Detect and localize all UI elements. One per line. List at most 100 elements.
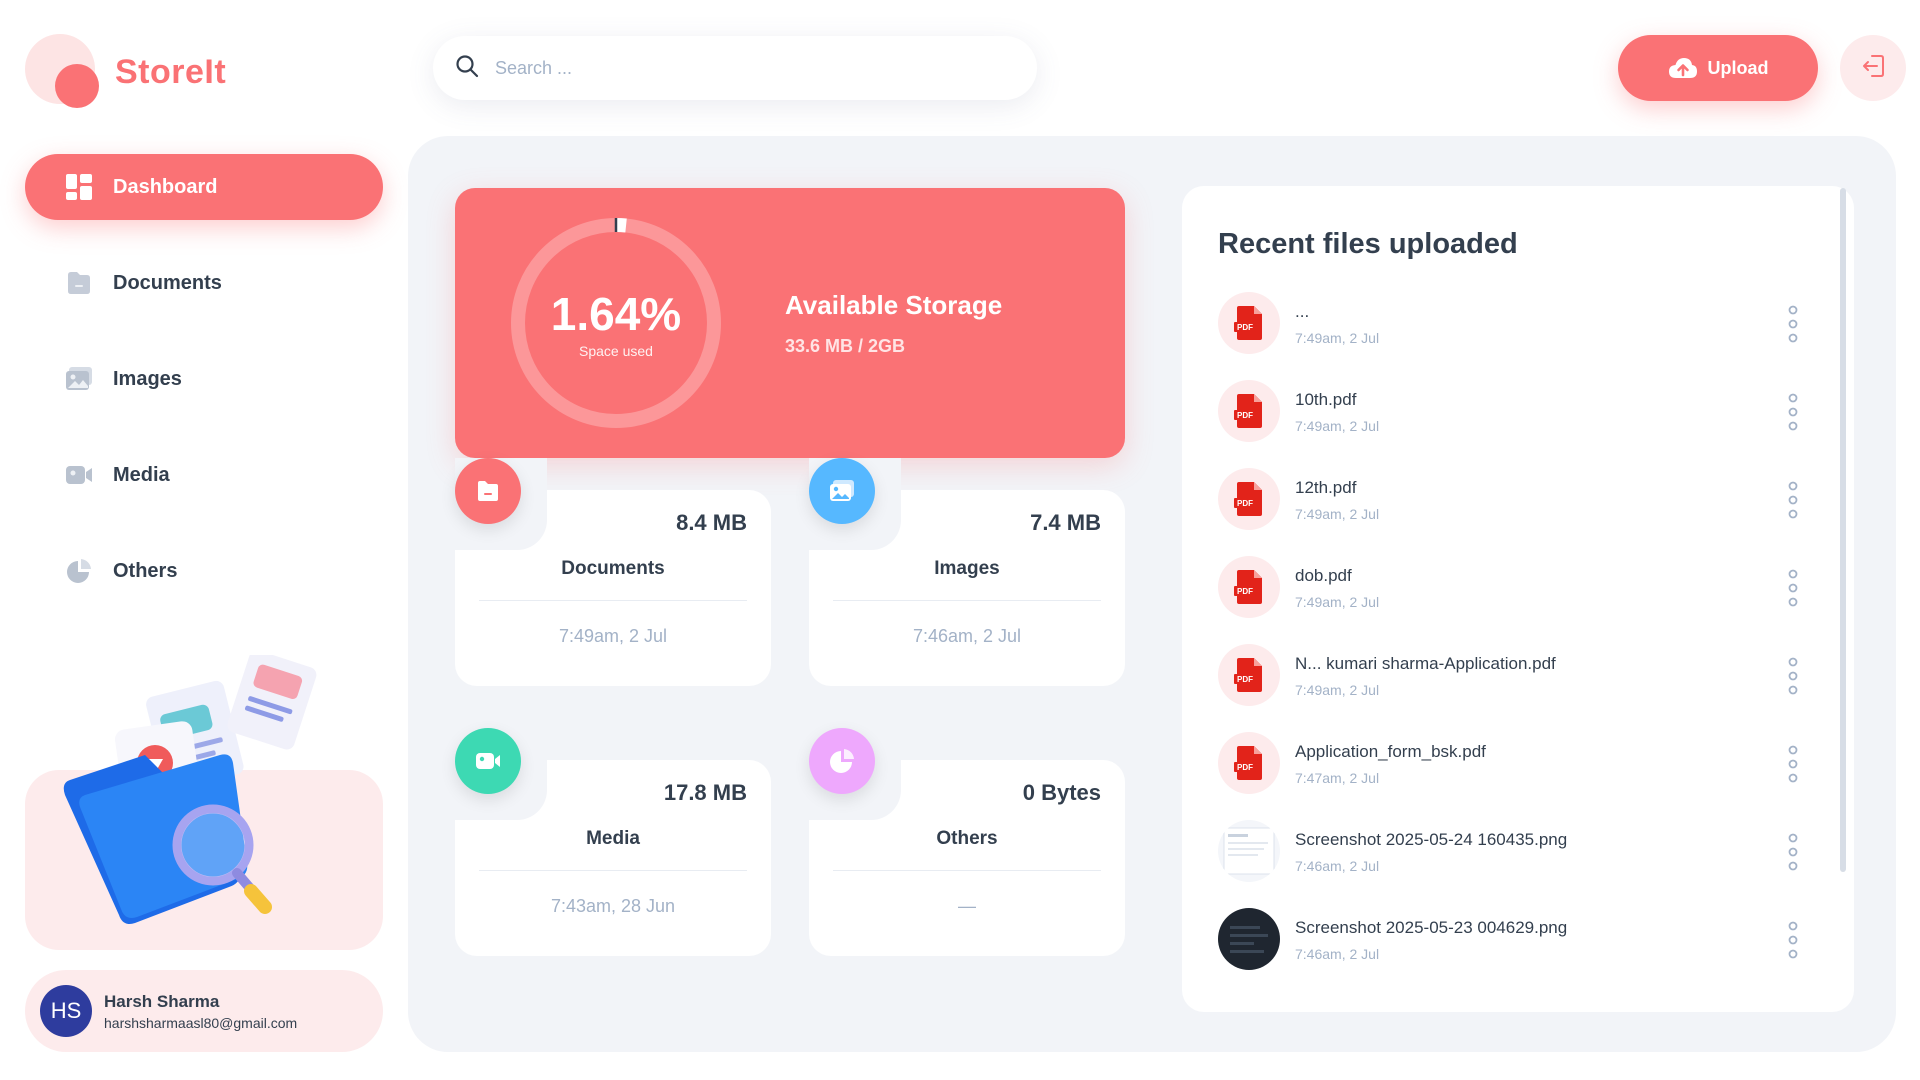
summary-label: Documents [561,558,665,579]
svg-text:PDF: PDF [1237,323,1253,332]
storage-value: 33.6 MB / 2GB [785,336,906,356]
image-icon [809,458,875,524]
file-name[interactable]: dob.pdf [1295,566,1352,586]
summary-size: 17.8 MB [663,780,747,805]
dashboard-panel: 1.64% Space used Available Storage 33.6 … [408,136,1896,1052]
recent-files-scrollbar[interactable] [1840,188,1846,872]
file-upload-time: 7:49am, 2 Jul [1295,682,1380,698]
sidebar-item-label: Dashboard [113,175,218,198]
divider [479,600,747,601]
file-name[interactable]: ... [1295,302,1309,322]
sidebar-item-label: Images [113,367,182,390]
document-icon [455,458,521,524]
upload-label: Upload [1707,57,1769,78]
search-bar[interactable] [433,36,1037,100]
image-thumbnail [1218,820,1280,882]
sidebar-nav: Dashboard Documents Images Media Others [25,154,383,634]
divider [833,870,1101,871]
user-name: Harsh Sharma [104,991,220,1011]
recent-files-title: Recent files uploaded [1218,228,1518,260]
svg-text:PDF: PDF [1237,499,1253,508]
more-options-icon[interactable] [1785,832,1801,872]
sidebar-item-label: Others [113,559,178,582]
file-row[interactable]: PDF... 7:49am, 2 Jul [1218,292,1818,380]
files-illustration [25,655,383,950]
file-row[interactable]: Screenshot 2025-05-24 160435.png 7:46am, … [1218,820,1818,908]
user-info: Harsh Sharma harshsharmaasl80@gmail.com [104,992,297,1031]
pdf-file-icon: PDF [1218,380,1280,442]
summary-label: Media [586,828,640,849]
file-name[interactable]: 12th.pdf [1295,478,1356,498]
storage-percent-caption: Space used [579,343,653,359]
file-name[interactable]: N... kumari sharma-Application.pdf [1295,654,1556,674]
summary-date: — [958,896,976,916]
file-row[interactable]: PDF dob.pdf 7:49am, 2 Jul [1218,556,1818,644]
pie-chart-icon [65,557,93,585]
pdf-file-icon: PDF [1218,556,1280,618]
storage-card: 1.64% Space used Available Storage 33.6 … [455,188,1125,458]
sidebar-item-label: Media [113,463,170,486]
divider [833,600,1101,601]
sidebar-item-documents[interactable]: Documents [25,250,383,316]
summary-label: Images [934,558,1000,579]
file-row[interactable]: PDF N... kumari sharma-Application.pdf 7:4… [1218,644,1818,732]
search-input[interactable] [495,57,975,79]
sidebar-item-images[interactable]: Images [25,346,383,412]
svg-text:PDF: PDF [1237,763,1253,772]
more-options-icon[interactable] [1785,392,1801,432]
sidebar-item-others[interactable]: Others [25,538,383,604]
file-upload-time: 7:47am, 2 Jul [1295,770,1380,786]
svg-text:PDF: PDF [1237,675,1253,684]
user-profile-card[interactable]: HS Harsh Sharma harshsharmaasl80@gmail.c… [25,970,383,1052]
divider [479,870,747,871]
sidebar-item-label: Documents [113,271,222,294]
sidebar-item-media[interactable]: Media [25,442,383,508]
storage-ring-label: 1.64% Space used [507,214,725,432]
file-row[interactable]: PDF 12th.pdf 7:49am, 2 Jul [1218,468,1818,556]
file-name[interactable]: Screenshot 2025-05-23 004629.png [1295,918,1567,938]
logo-icon [25,34,101,110]
summary-size: 0 Bytes [1022,780,1101,805]
summary-date: 7:46am, 2 Jul [912,626,1022,646]
svg-text:PDF: PDF [1237,411,1253,420]
more-options-icon[interactable] [1785,304,1801,344]
summary-card-others[interactable]: 0 Bytes Others — [809,728,1125,972]
pdf-file-icon: PDF [1218,644,1280,706]
file-upload-time: 7:49am, 2 Jul [1295,506,1380,522]
summary-card-documents[interactable]: 8.4 MB Documents 7:49am, 2 Jul [455,458,771,702]
summary-size: 7.4 MB [1030,510,1101,535]
file-row[interactable]: Screenshot 2025-05-23 004629.png 7:46am, … [1218,908,1818,996]
pie-chart-icon [809,728,875,794]
logout-icon [1860,53,1886,84]
sidebar-item-dashboard[interactable]: Dashboard [25,154,383,220]
file-name[interactable]: 10th.pdf [1295,390,1356,410]
more-options-icon[interactable] [1785,920,1801,960]
summary-card-images[interactable]: 7.4 MB Images 7:46am, 2 Jul [809,458,1125,702]
cloud-upload-icon [1668,57,1698,79]
svg-text:PDF: PDF [1237,587,1253,596]
more-options-icon[interactable] [1785,744,1801,784]
recent-files-panel[interactable]: Recent files uploaded PDF... 7:49am, 2 Ju… [1182,186,1854,1012]
app-name: StoreIt [115,52,227,91]
more-options-icon[interactable] [1785,480,1801,520]
file-name[interactable]: Application_form_bsk.pdf [1295,742,1486,762]
app-logo[interactable]: StoreIt [25,34,245,110]
image-icon [65,365,93,393]
file-row[interactable]: PDF 10th.pdf 7:49am, 2 Jul [1218,380,1818,468]
logout-button[interactable] [1840,35,1906,101]
search-icon [455,54,479,83]
recent-files-list: PDF... 7:49am, 2 Jul PDF 10th.pdf 7:49am, 2 … [1218,292,1818,996]
file-upload-time: 7:49am, 2 Jul [1295,330,1380,346]
summary-card-media[interactable]: 17.8 MB Media 7:43am, 28 Jun [455,728,771,972]
more-options-icon[interactable] [1785,568,1801,608]
folder-icon [65,269,93,297]
file-upload-time: 7:46am, 2 Jul [1295,946,1380,962]
file-row[interactable]: PDF Application_form_bsk.pdf 7:47am, 2 Jul [1218,732,1818,820]
upload-button[interactable]: Upload [1618,35,1818,101]
video-icon [455,728,521,794]
pdf-file-icon: PDF [1218,468,1280,530]
summary-size: 8.4 MB [676,510,747,535]
file-name[interactable]: Screenshot 2025-05-24 160435.png [1295,830,1567,850]
more-options-icon[interactable] [1785,656,1801,696]
file-upload-time: 7:46am, 2 Jul [1295,858,1380,874]
